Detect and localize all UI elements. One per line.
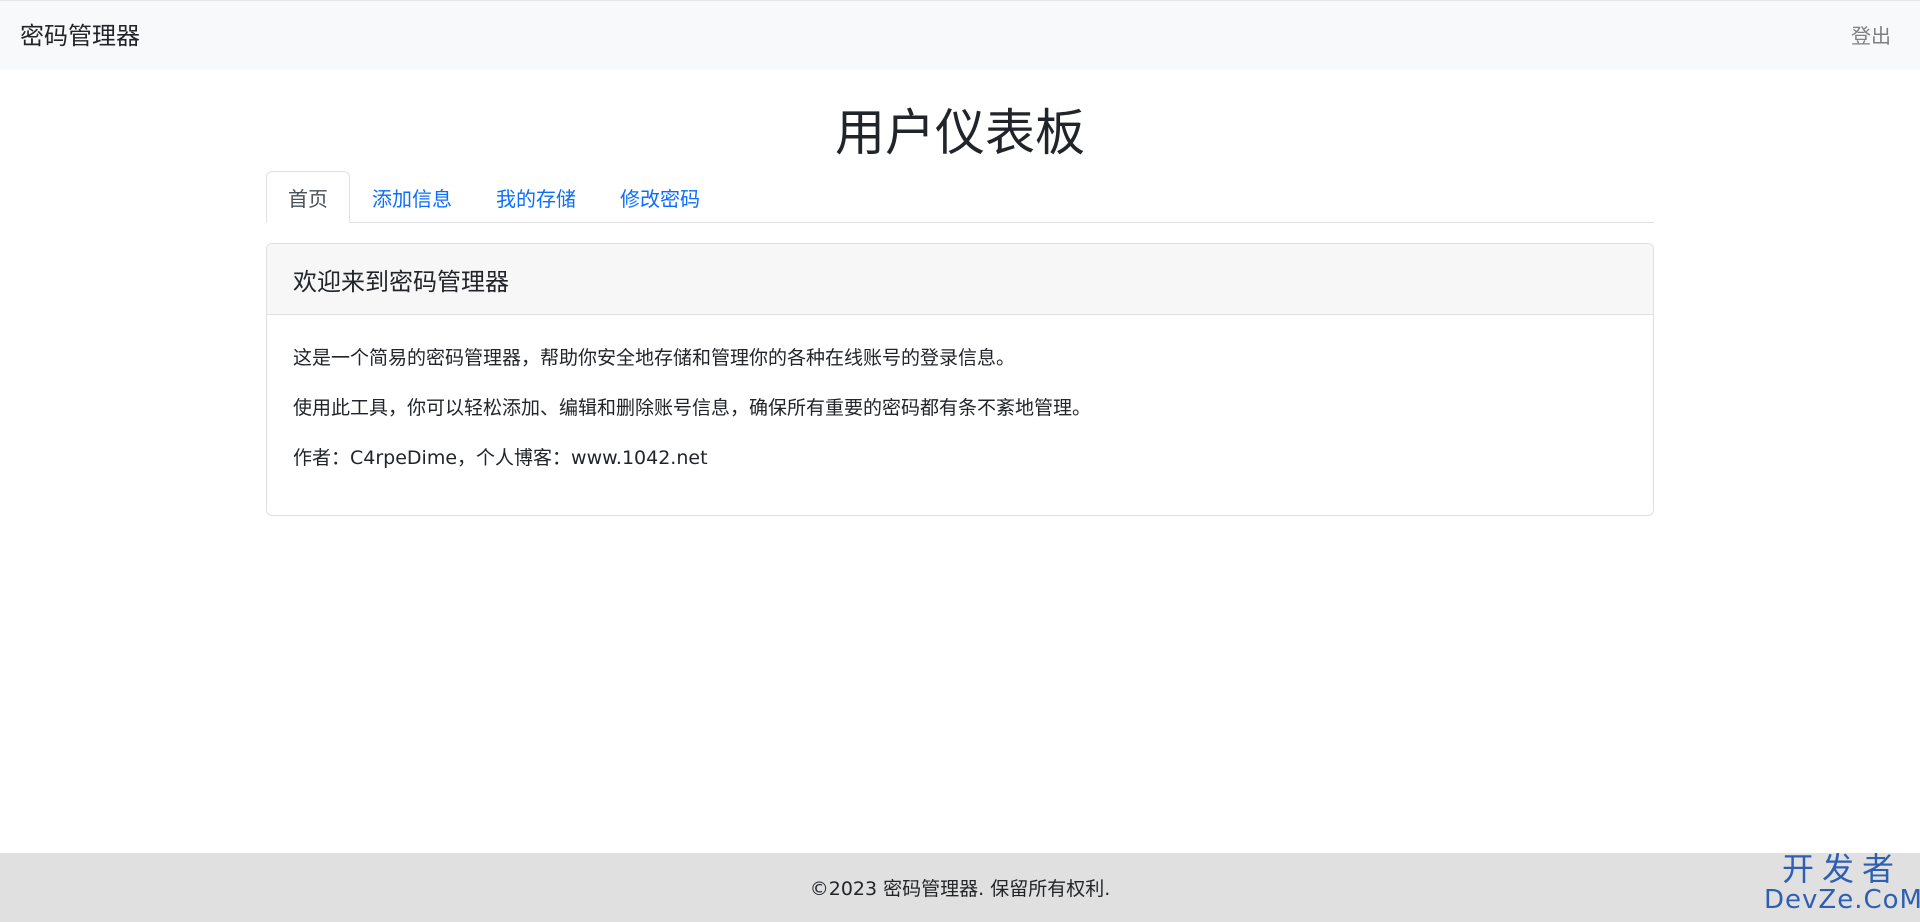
intro-paragraph: 这是一个简易的密码管理器，帮助你安全地存储和管理你的各种在线账号的登录信息。: [293, 347, 1016, 369]
welcome-card-body: 这是一个简易的密码管理器，帮助你安全地存储和管理你的各种在线账号的登录信息。 使…: [267, 315, 1653, 473]
usage-paragraph: 使用此工具，你可以轻松添加、编辑和删除账号信息，确保所有重要的密码都有条不紊地管…: [293, 397, 1092, 419]
watermark-logo: 开发者 DevZe.CoM: [1764, 850, 1920, 918]
tab-my-storage[interactable]: 我的存储: [474, 171, 598, 223]
welcome-card-header: 欢迎来到密码管理器: [267, 244, 1653, 315]
author-paragraph: 作者：C4rpeDime，个人博客：www.1042.net: [293, 447, 708, 469]
watermark-bottom-text: DevZe.CoM: [1764, 885, 1920, 915]
logout-link[interactable]: 登出: [1851, 26, 1891, 46]
page-title: 用户仪表板: [835, 104, 1085, 162]
tab-change-password[interactable]: 修改密码: [598, 171, 722, 223]
page-footer: ©2023 密码管理器. 保留所有权利.: [0, 853, 1920, 922]
brand-link[interactable]: 密码管理器: [20, 24, 140, 48]
watermark-top-text: 开发者: [1781, 850, 1902, 888]
dashboard-tabs: 首页 添加信息 我的存储 修改密码: [266, 171, 1654, 223]
tab-home[interactable]: 首页: [266, 171, 350, 223]
tab-add-info[interactable]: 添加信息: [350, 171, 474, 223]
welcome-card: 欢迎来到密码管理器 这是一个简易的密码管理器，帮助你安全地存储和管理你的各种在线…: [266, 243, 1654, 516]
top-navbar: 密码管理器 登出: [0, 0, 1920, 70]
